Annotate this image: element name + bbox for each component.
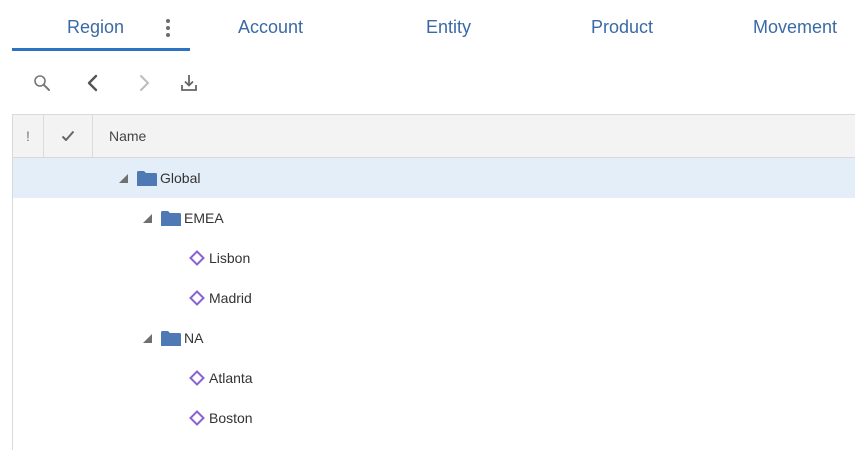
tab-entity[interactable]: Entity (426, 16, 471, 38)
tab-product[interactable]: Product (591, 16, 653, 38)
tree-node-label: EMEA (184, 210, 224, 226)
status-column-header[interactable]: ! (13, 115, 44, 157)
tree-row[interactable]: EMEA (13, 198, 855, 238)
checkmark-icon (61, 130, 75, 141)
member-diamond-icon (189, 410, 205, 426)
tree-row[interactable]: Madrid (13, 278, 855, 318)
member-diamond-icon (189, 370, 205, 386)
previous-icon[interactable] (80, 70, 106, 96)
folder-icon (161, 330, 181, 346)
grid-header: ! Name (13, 115, 855, 158)
folder-icon (161, 210, 181, 226)
tree-node-label: Atlanta (209, 370, 253, 386)
hierarchy-grid: ! Name Global EMEA Lisbon Madrid NA Atla… (12, 114, 855, 450)
tree-row[interactable]: NA (13, 318, 855, 358)
tab-bar: Region Account Entity Product Movement (0, 0, 855, 56)
toolbar (0, 60, 855, 106)
member-diamond-icon (189, 290, 205, 306)
tab-region[interactable]: Region (67, 16, 124, 38)
tree-row[interactable]: Atlanta (13, 358, 855, 398)
tree-row[interactable]: Lisbon (13, 238, 855, 278)
tree-node-label: Lisbon (209, 250, 251, 266)
folder-icon (137, 170, 157, 186)
name-column-header[interactable]: Name (93, 115, 855, 157)
select-column-header[interactable] (44, 115, 93, 157)
export-icon[interactable] (176, 70, 202, 96)
collapse-triangle-icon[interactable] (141, 332, 153, 344)
tab-account[interactable]: Account (238, 16, 303, 38)
search-icon[interactable] (29, 70, 55, 96)
active-tab-indicator (12, 48, 190, 51)
tree-node-label: Madrid (209, 290, 252, 306)
tree-row[interactable]: Global (13, 158, 855, 198)
tree-row[interactable]: Boston (13, 398, 855, 438)
collapse-triangle-icon[interactable] (117, 172, 129, 184)
tree-node-label: Boston (209, 410, 253, 426)
tab-movement[interactable]: Movement (753, 16, 837, 38)
member-diamond-icon (189, 250, 205, 266)
next-icon[interactable] (131, 70, 157, 96)
collapse-triangle-icon[interactable] (141, 212, 153, 224)
tree-node-label: NA (184, 330, 204, 346)
tab-menu-icon[interactable] (160, 15, 176, 41)
tree-node-label: Global (160, 170, 201, 186)
